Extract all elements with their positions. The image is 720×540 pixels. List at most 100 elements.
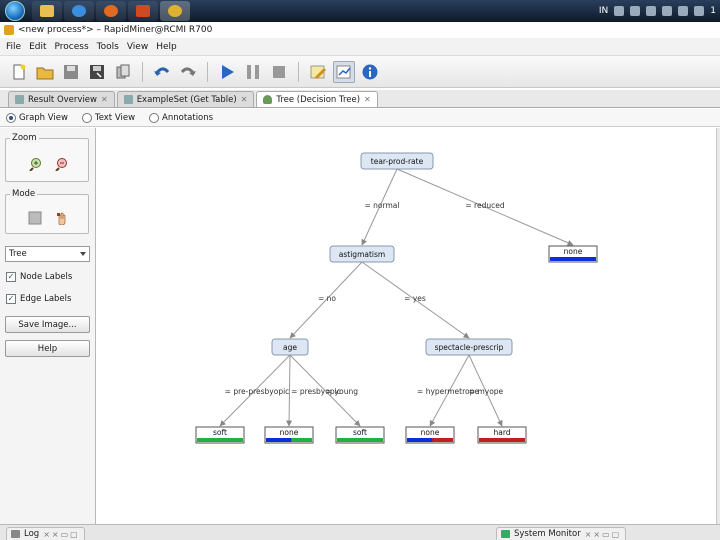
menu-process[interactable]: Process — [55, 42, 89, 52]
mode-group-label: Mode — [10, 189, 38, 199]
tab-exampleset[interactable]: ExampleSet (Get Table) ✕ — [116, 91, 255, 107]
help-button[interactable]: Help — [5, 340, 90, 357]
tab-label: Tree (Decision Tree) — [276, 94, 361, 105]
redo-button[interactable] — [177, 61, 199, 83]
tree-edge-label: = normal — [365, 201, 400, 210]
result-perspective-button[interactable] — [333, 60, 355, 83]
edge-labels-checkbox[interactable]: ✓ Edge Labels — [6, 294, 71, 304]
radio-label: Text View — [94, 112, 136, 123]
start-button[interactable] — [0, 0, 30, 22]
tree-leaf-node[interactable]: soft — [195, 426, 245, 444]
tree-leaf-node[interactable]: none — [548, 245, 598, 263]
tree-edge — [286, 354, 293, 427]
tree-node-label: none — [280, 428, 299, 437]
volume-icon[interactable] — [694, 6, 705, 16]
graph-view-radio[interactable]: Graph View — [6, 112, 68, 123]
tree-inner-node[interactable]: astigmatism — [329, 245, 395, 263]
transform-mode-icon[interactable] — [28, 211, 42, 225]
class-distribution-bar — [337, 438, 383, 442]
tree-leaf-node[interactable]: none — [405, 426, 455, 444]
info-button[interactable] — [359, 61, 381, 83]
windows-logo-icon — [5, 1, 25, 21]
flag-icon[interactable] — [646, 6, 657, 16]
graph-control-panel: Zoom Mode Tree ✓ Node Labels ✓ Edge Labe… — [0, 128, 96, 524]
export-icon — [116, 64, 130, 78]
node-labels-checkbox[interactable]: ✓ Node Labels — [6, 272, 72, 282]
tree-inner-node[interactable]: tear-prod-rate — [360, 152, 434, 170]
taskbar-rapidminer-button[interactable] — [160, 1, 190, 21]
tab-tree[interactable]: Tree (Decision Tree) ✕ — [256, 91, 378, 107]
window-title: <new process*> – RapidMiner@RCMI R700 — [18, 25, 213, 35]
rapidminer-icon — [168, 5, 182, 17]
tree-node-label: soft — [213, 428, 227, 437]
pause-button[interactable] — [242, 61, 264, 83]
taskbar-powerpoint-button[interactable] — [128, 1, 158, 21]
tree-node-label: age — [283, 343, 297, 352]
menu-file[interactable]: File — [6, 42, 21, 52]
tree-graph-canvas[interactable]: = normal = reduced = no = yes = pre-presbyop… — [97, 128, 720, 524]
tree-leaf-node[interactable]: soft — [335, 426, 385, 444]
export-button[interactable] — [112, 61, 134, 83]
tree-node-label: tear-prod-rate — [371, 157, 424, 166]
class-distribution-bar-secondary — [432, 438, 453, 442]
tree-inner-node[interactable]: spectacle-prescrip — [425, 338, 513, 356]
zoom-out-icon[interactable] — [54, 157, 68, 171]
language-indicator[interactable]: IN — [599, 6, 608, 16]
menu-help[interactable]: Help — [156, 42, 177, 52]
hand-pick-icon[interactable] — [54, 211, 68, 225]
checkbox-check-icon: ✓ — [6, 272, 16, 282]
open-button[interactable] — [34, 61, 56, 83]
menu-tools[interactable]: Tools — [97, 42, 119, 52]
battery-icon[interactable] — [678, 6, 689, 16]
view-mode-bar: Graph View Text View Annotations — [0, 109, 720, 127]
design-perspective-button[interactable] — [307, 61, 329, 83]
tree-leaf-node[interactable]: hard — [477, 426, 527, 444]
tab-result-overview[interactable]: Result Overview ✕ — [8, 91, 115, 107]
log-tab-label: Log — [24, 529, 40, 539]
network-icon[interactable] — [614, 6, 625, 16]
zoom-in-icon[interactable] — [28, 157, 42, 171]
result-tab-bar: Result Overview ✕ ExampleSet (Get Table)… — [0, 90, 720, 108]
view-control-icons[interactable]: ⨯⨯▭▢ — [43, 530, 80, 539]
class-distribution-bar-secondary — [291, 438, 312, 442]
tree-inner-node[interactable]: age — [271, 338, 309, 356]
open-folder-icon — [36, 67, 54, 79]
system-tray: IN 1 — [599, 0, 716, 22]
tree-edge-label: = myope — [469, 387, 504, 396]
new-process-button[interactable] — [8, 61, 30, 83]
windows-taskbar: IN 1 — [0, 0, 720, 22]
clock[interactable]: 1 — [710, 6, 716, 16]
device-icon[interactable] — [630, 6, 641, 16]
tab-label: ExampleSet (Get Table) — [136, 94, 237, 105]
taskbar-explorer-button[interactable] — [32, 1, 62, 21]
save-image-button[interactable]: Save Image... — [5, 316, 90, 333]
taskbar-firefox-button[interactable] — [96, 1, 126, 21]
canvas-scrollbar[interactable] — [716, 128, 720, 524]
tree-edge-label: = no — [318, 294, 336, 303]
zoom-group: Zoom — [5, 133, 89, 182]
tree-node-label: hard — [493, 428, 510, 437]
mode-group: Mode — [5, 189, 89, 234]
firefox-icon — [104, 5, 118, 17]
menu-edit[interactable]: Edit — [29, 42, 46, 52]
stop-button[interactable] — [268, 61, 290, 83]
close-tab-icon[interactable]: ✕ — [101, 95, 108, 104]
tree-leaf-node[interactable]: none — [264, 426, 314, 444]
save-button[interactable] — [60, 61, 82, 83]
log-view-tab[interactable]: Log ⨯⨯▭▢ — [6, 527, 85, 540]
menu-view[interactable]: View — [127, 42, 148, 52]
run-button[interactable] — [216, 61, 238, 83]
close-tab-icon[interactable]: ✕ — [241, 95, 248, 104]
view-control-icons[interactable]: ⨯⨯▭▢ — [585, 530, 622, 539]
monitor-icon[interactable] — [662, 6, 673, 16]
layout-select[interactable]: Tree — [5, 246, 90, 262]
taskbar-ie-button[interactable] — [64, 1, 94, 21]
save-as-button[interactable] — [86, 61, 108, 83]
stop-icon — [273, 65, 285, 78]
close-tab-icon[interactable]: ✕ — [364, 95, 371, 104]
internet-explorer-icon — [72, 5, 86, 17]
text-view-radio[interactable]: Text View — [81, 112, 136, 123]
system-monitor-tab[interactable]: System Monitor ⨯⨯▭▢ — [496, 527, 627, 540]
annotations-radio[interactable]: Annotations — [149, 112, 213, 123]
undo-button[interactable] — [151, 61, 173, 83]
